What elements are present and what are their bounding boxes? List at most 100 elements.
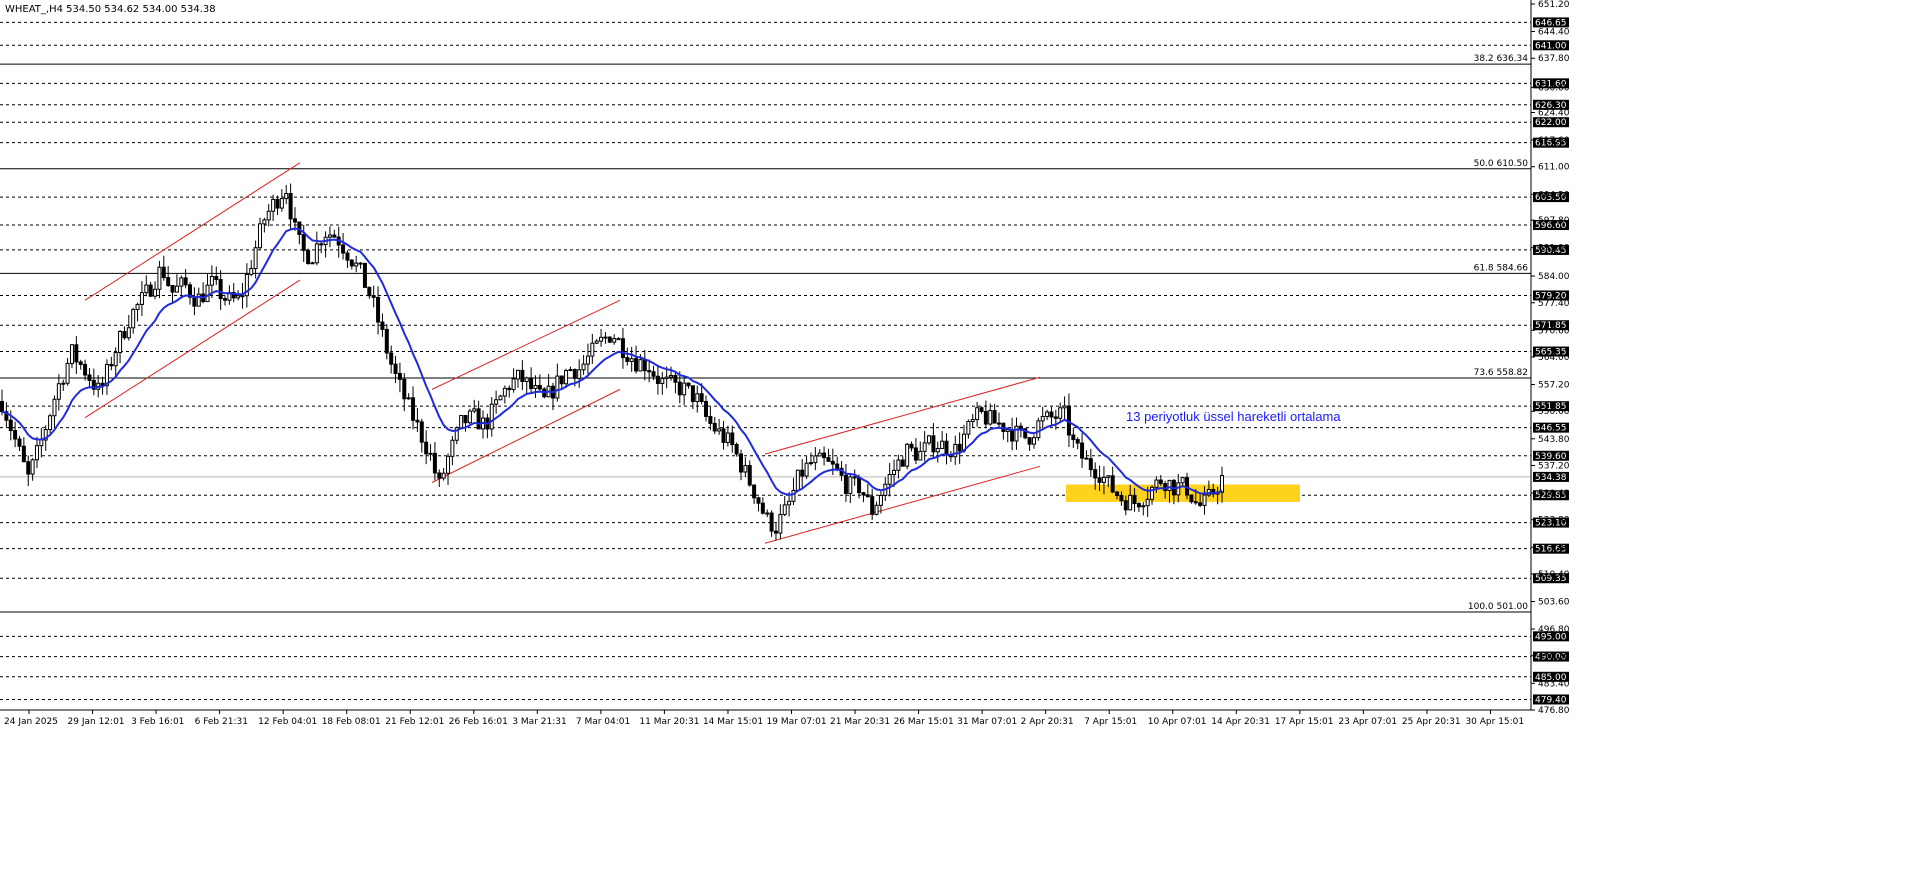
candle-body bbox=[371, 295, 376, 298]
candle-body bbox=[367, 286, 372, 297]
candle-body bbox=[1132, 494, 1137, 505]
candle-body bbox=[192, 296, 197, 307]
candle-body bbox=[319, 243, 324, 246]
price-tick-label: 550.60 bbox=[1538, 407, 1570, 417]
candle-body bbox=[1018, 425, 1023, 430]
time-tick-label: 7 Mar 04:01 bbox=[576, 717, 630, 727]
level-tag-label: 622.00 bbox=[1535, 118, 1567, 128]
candle-body bbox=[966, 420, 971, 435]
candle-body bbox=[957, 443, 962, 452]
candle-body bbox=[773, 530, 778, 534]
price-tick-label: 476.80 bbox=[1538, 706, 1570, 716]
candle-body bbox=[524, 377, 529, 383]
candle-body bbox=[822, 452, 827, 459]
candle-body bbox=[354, 262, 359, 267]
candle-body bbox=[931, 435, 936, 453]
candle-body bbox=[411, 397, 416, 421]
candle-body bbox=[940, 440, 945, 449]
candle-body bbox=[78, 361, 83, 365]
candle-body bbox=[1045, 411, 1050, 417]
candle-body bbox=[979, 407, 984, 412]
candle-body bbox=[677, 381, 682, 396]
candle-body bbox=[664, 376, 669, 379]
candle-body bbox=[424, 441, 429, 455]
candle-body bbox=[887, 473, 892, 485]
candle-body bbox=[223, 298, 228, 301]
candle-body bbox=[153, 288, 158, 297]
candle-body bbox=[1101, 476, 1106, 483]
candle-body bbox=[380, 321, 385, 330]
candle-body bbox=[808, 462, 813, 465]
candle-body bbox=[555, 375, 560, 399]
candle-body bbox=[56, 383, 61, 400]
time-tick-label: 25 Apr 20:31 bbox=[1402, 717, 1461, 727]
candle-body bbox=[927, 435, 932, 444]
candle-body bbox=[660, 377, 665, 384]
price-tick-label: 490.20 bbox=[1538, 652, 1570, 662]
candle-body bbox=[131, 309, 136, 329]
candle-body bbox=[170, 284, 175, 293]
candle-body bbox=[975, 407, 980, 420]
candle-body bbox=[655, 375, 660, 384]
candle-body bbox=[205, 284, 210, 303]
candle-body bbox=[857, 477, 862, 494]
candle-body bbox=[118, 331, 123, 354]
candle-body bbox=[1093, 469, 1098, 479]
candle-body bbox=[1080, 442, 1085, 459]
candle-body bbox=[865, 494, 870, 498]
candle-body bbox=[472, 408, 477, 412]
candle-body bbox=[690, 385, 695, 403]
candle-body bbox=[892, 469, 897, 475]
price-tick-label: 611.00 bbox=[1538, 163, 1570, 173]
candle-body bbox=[358, 262, 363, 265]
time-tick-label: 17 Apr 15:01 bbox=[1275, 717, 1334, 727]
candle-body bbox=[144, 284, 149, 294]
candle-body bbox=[183, 277, 188, 286]
level-tag-label: 546.55 bbox=[1535, 424, 1567, 434]
candle-body bbox=[634, 358, 639, 372]
time-tick-label: 14 Mar 15:01 bbox=[703, 717, 763, 727]
candle-body bbox=[970, 418, 975, 422]
candle-body bbox=[467, 410, 472, 424]
candle-body bbox=[918, 450, 923, 461]
candle-body bbox=[1115, 491, 1120, 496]
candle-body bbox=[8, 419, 13, 432]
candle-body bbox=[1058, 407, 1063, 419]
candle-body bbox=[209, 275, 214, 286]
time-tick-label: 23 Apr 07:01 bbox=[1338, 717, 1397, 727]
candle-body bbox=[909, 443, 914, 449]
price-tick-label: 510.40 bbox=[1538, 570, 1570, 580]
price-tick-label: 644.40 bbox=[1538, 28, 1570, 38]
candle-body bbox=[712, 422, 717, 432]
candle-body bbox=[148, 284, 153, 297]
level-tag-label: 539.60 bbox=[1535, 452, 1567, 462]
candle-body bbox=[1040, 415, 1045, 422]
candle-body bbox=[581, 363, 586, 371]
candle-body bbox=[1163, 483, 1168, 492]
candle-body bbox=[502, 387, 507, 397]
candle-body bbox=[944, 440, 949, 456]
candle-body bbox=[730, 432, 735, 446]
candle-body bbox=[1062, 405, 1067, 409]
candle-body bbox=[327, 234, 332, 238]
price-tick-label: 503.60 bbox=[1538, 598, 1570, 608]
candle-body bbox=[590, 342, 595, 357]
candle-body bbox=[428, 452, 433, 455]
candle-body bbox=[725, 432, 730, 443]
candle-body bbox=[1176, 482, 1181, 496]
candle-body bbox=[795, 469, 800, 491]
candle-body bbox=[577, 369, 582, 379]
candle-body bbox=[953, 443, 958, 458]
candle-body bbox=[1158, 479, 1163, 485]
candle-body bbox=[437, 472, 442, 479]
candle-body bbox=[1154, 479, 1159, 488]
candle-body bbox=[599, 336, 604, 342]
candle-body bbox=[306, 249, 311, 265]
candle-body bbox=[13, 430, 18, 440]
time-tick-label: 21 Mar 20:31 bbox=[830, 717, 890, 727]
candle-body bbox=[992, 410, 997, 424]
candle-body bbox=[804, 462, 809, 477]
time-tick-label: 18 Feb 08:01 bbox=[322, 717, 381, 727]
time-tick-label: 26 Mar 15:01 bbox=[894, 717, 954, 727]
candle-body bbox=[922, 442, 927, 452]
